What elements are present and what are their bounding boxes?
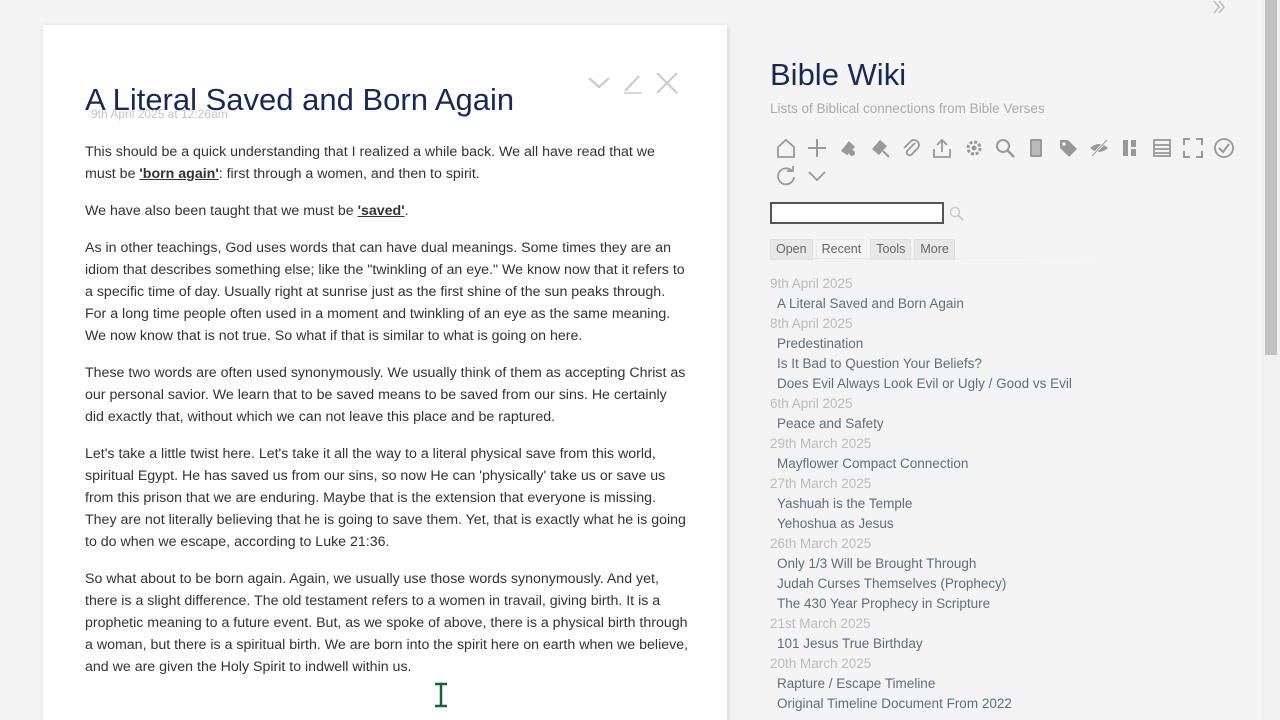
scrollbar[interactable] xyxy=(1262,0,1280,720)
recent-tiddler-link[interactable]: Does Evil Always Look Evil or Ugly / Goo… xyxy=(770,374,1240,394)
manager-icon[interactable] xyxy=(1021,134,1052,162)
tiddler-body: This should be a quick understanding tha… xyxy=(85,141,689,693)
paragraph-text: . xyxy=(404,203,409,219)
refresh-icon[interactable] xyxy=(770,162,802,190)
recent-tiddler-link[interactable]: Judah Curses Themselves (Prophecy) xyxy=(770,574,1240,594)
control-panel-icon[interactable] xyxy=(958,134,989,162)
tab-tools[interactable]: Tools xyxy=(870,239,912,260)
site-title: Bible Wiki xyxy=(770,57,907,92)
fullscreen-icon[interactable] xyxy=(1177,134,1208,162)
recent-tiddler-link[interactable]: Peace and Safety xyxy=(770,414,1240,434)
recent-list: 9th April 2025 A Literal Saved and Born A… xyxy=(770,274,1240,714)
recent-tiddler-link[interactable]: The 430 Year Prophecy in Scripture xyxy=(770,594,1240,614)
recent-date-heading: 8th April 2025 xyxy=(770,316,853,331)
chevron-down-icon[interactable] xyxy=(586,70,612,96)
text-cursor-icon xyxy=(432,681,450,713)
recent-tiddler-link[interactable]: Original Timeline Document From 2022 xyxy=(770,694,1240,714)
scrollbar-thumb[interactable] xyxy=(1265,0,1277,355)
tab-open[interactable]: Open xyxy=(770,239,813,260)
recent-tiddler-link[interactable]: A Literal Saved and Born Again xyxy=(770,294,1240,314)
recent-date-heading: 9th April 2025 xyxy=(770,276,853,291)
recent-date-heading: 6th April 2025 xyxy=(770,396,853,411)
paragraph: As in other teachings, God uses words th… xyxy=(85,240,685,344)
new-journal-icon[interactable] xyxy=(833,134,864,162)
tiddler-controls xyxy=(586,70,680,96)
tag-manager-icon[interactable] xyxy=(1052,134,1083,162)
born-again-link[interactable]: 'born again' xyxy=(139,166,218,182)
paragraph: This should be a quick understanding tha… xyxy=(85,141,689,185)
recent-tiddler-link[interactable]: Rapture / Escape Timeline xyxy=(770,674,1240,694)
recent-tiddler-link[interactable]: Is It Bad to Question Your Beliefs? xyxy=(770,354,1240,374)
search-input[interactable] xyxy=(770,202,944,224)
paragraph: These two words are often used synonymou… xyxy=(85,365,686,425)
advanced-search-icon[interactable] xyxy=(989,134,1020,162)
recent-date-heading: 20th March 2025 xyxy=(770,656,872,671)
saved-link[interactable]: 'saved' xyxy=(358,203,405,219)
search-area xyxy=(770,202,964,224)
export-icon[interactable] xyxy=(927,134,958,162)
home-icon[interactable] xyxy=(770,134,801,162)
paragraph-text: : first through a women, and then to spi… xyxy=(218,166,480,182)
recent-date-heading: 26th March 2025 xyxy=(770,536,872,551)
paragraph-text: We have also been taught that we must be xyxy=(85,203,358,219)
recent-date-heading: 29th March 2025 xyxy=(770,436,872,451)
close-icon[interactable] xyxy=(654,70,680,96)
search-icon[interactable] xyxy=(948,205,964,221)
tabs-divider xyxy=(770,258,1180,259)
tiddler-panel: A Literal Saved and Born Again 9th April… xyxy=(43,25,727,720)
import-icon[interactable] xyxy=(895,134,926,162)
paragraph: Let's take a little twist here. Let's ta… xyxy=(85,446,686,550)
recent-tiddler-link[interactable]: Only 1/3 Will be Brought Through xyxy=(770,554,1240,574)
paragraph: We have also been taught that we must be… xyxy=(85,200,689,222)
tab-recent[interactable]: Recent xyxy=(815,239,868,260)
edit-icon[interactable] xyxy=(620,70,646,96)
new-tiddler-icon[interactable] xyxy=(801,134,832,162)
toolbar-row xyxy=(770,134,1240,162)
recent-tiddler-link[interactable]: Predestination xyxy=(770,334,1240,354)
sidebar: Bible Wiki Lists of Biblical connections… xyxy=(770,0,1240,720)
hide-icon[interactable] xyxy=(1083,134,1114,162)
recent-date-heading: 27th March 2025 xyxy=(770,476,872,491)
new-image-icon[interactable] xyxy=(864,134,895,162)
more-chevron-icon[interactable] xyxy=(802,162,834,190)
tiddler-date: 9th April 2025 at 12:26am xyxy=(91,107,228,121)
recent-tiddler-link[interactable]: Yehoshua as Jesus xyxy=(770,514,1240,534)
recent-date-heading: 21st March 2025 xyxy=(770,616,871,631)
paragraph: So what about to be born again. Again, w… xyxy=(85,571,689,675)
recent-tiddler-link[interactable]: Yashuah is the Temple xyxy=(770,494,1240,514)
recent-tiddler-link[interactable]: 101 Jesus True Birthday xyxy=(770,634,1240,654)
save-icon[interactable] xyxy=(1209,134,1240,162)
tab-more[interactable]: More xyxy=(914,239,955,260)
storyview-icon[interactable] xyxy=(1146,134,1177,162)
layout-icon[interactable] xyxy=(1115,134,1146,162)
sidebar-tabs: Open Recent Tools More xyxy=(770,239,955,260)
page-toolbar xyxy=(770,134,1240,190)
recent-tiddler-link[interactable]: Mayflower Compact Connection xyxy=(770,454,1240,474)
site-subtitle: Lists of Biblical connections from Bible… xyxy=(770,101,1045,116)
double-chevron-right-icon[interactable] xyxy=(1209,0,1229,16)
toolbar-row xyxy=(770,162,1240,190)
